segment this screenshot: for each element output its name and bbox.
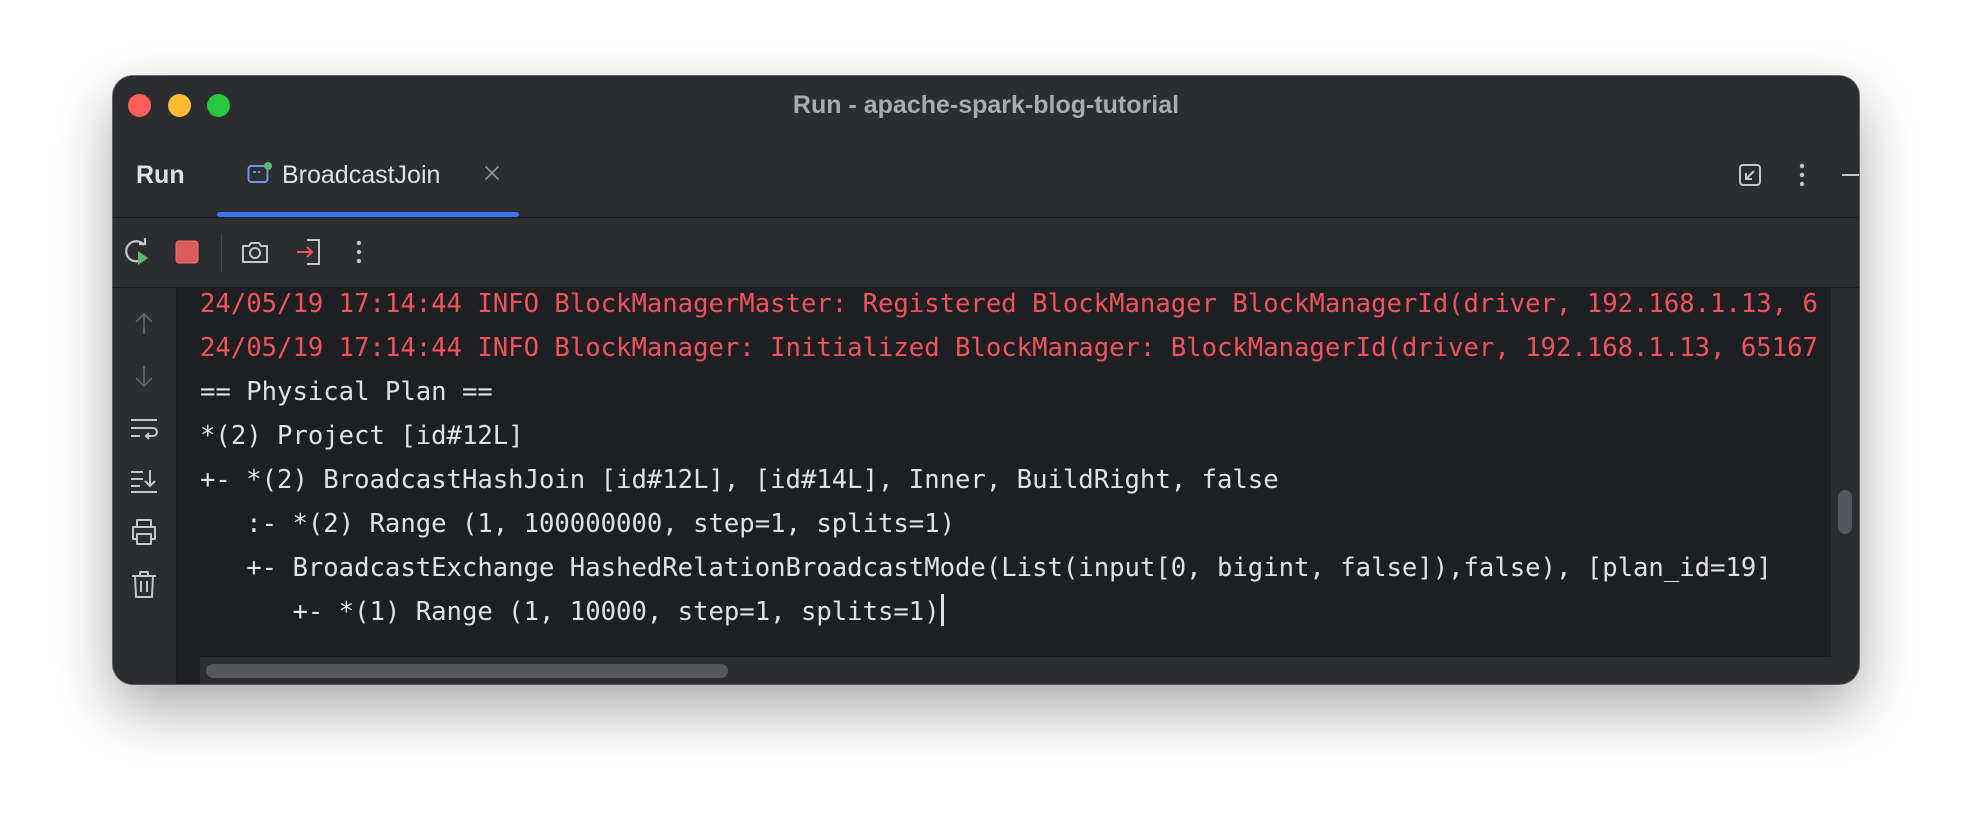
arrow-up-icon[interactable] xyxy=(128,308,160,340)
window-title: Run - apache-spark-blog-tutorial xyxy=(792,91,1180,119)
tab-label: BroadcastJoin xyxy=(282,161,441,189)
console-line-text: +- *(1) Range (1, 10000, step=1, splits=… xyxy=(200,597,940,627)
horizontal-scrollbar-thumb[interactable] xyxy=(206,664,728,678)
horizontal-scrollbar[interactable] xyxy=(200,657,1831,684)
title-bar: Run - apache-spark-blog-tutorial xyxy=(113,76,1859,135)
trash-icon[interactable] xyxy=(128,568,160,600)
minimize-icon[interactable] xyxy=(1839,160,1859,190)
print-icon[interactable] xyxy=(128,516,160,548)
vertical-scrollbar[interactable] xyxy=(1831,288,1859,684)
scroll-to-end-icon[interactable] xyxy=(128,464,160,496)
running-indicator xyxy=(264,162,272,170)
rerun-icon[interactable] xyxy=(121,236,153,268)
camera-icon[interactable] xyxy=(239,236,271,268)
application-run-config-icon xyxy=(247,162,272,183)
restore-icon[interactable] xyxy=(1735,160,1765,190)
text-cursor xyxy=(940,594,944,626)
toolbar-separator xyxy=(221,234,222,272)
console-lines: 24/05/19 17:14:44 INFO BlockManagerMaste… xyxy=(200,288,1818,634)
console-line-text: +- *(2) BroadcastHashJoin [id#12L], [id#… xyxy=(200,465,1279,495)
console-output[interactable]: 24/05/19 17:14:44 INFO BlockManagerMaste… xyxy=(177,288,1831,684)
console-line-text: 24/05/19 17:14:44 INFO BlockManager: Ini… xyxy=(200,333,1818,363)
console-output-line: +- BroadcastExchange HashedRelationBroad… xyxy=(200,546,1818,590)
exit-icon[interactable] xyxy=(293,236,325,268)
arrow-down-icon[interactable] xyxy=(128,360,160,392)
console-line-text: *(2) Project [id#12L] xyxy=(200,421,524,451)
console-line-text: 24/05/19 17:14:44 INFO BlockManagerMaste… xyxy=(200,289,1818,319)
tab-broadcastjoin[interactable]: BroadcastJoin xyxy=(217,134,519,217)
console-line-text: +- BroadcastExchange HashedRelationBroad… xyxy=(200,553,1772,583)
active-tab-indicator xyxy=(217,212,519,217)
console-output-line: :- *(2) Range (1, 100000000, step=1, spl… xyxy=(200,502,1818,546)
vertical-scrollbar-thumb[interactable] xyxy=(1838,490,1852,534)
run-window: Run - apache-spark-blog-tutorial Run Bro… xyxy=(113,76,1859,684)
tool-window-title: Run xyxy=(136,161,185,189)
more-vertical-icon[interactable] xyxy=(343,236,375,268)
close-tab-icon[interactable] xyxy=(482,163,502,183)
soft-wrap-icon[interactable] xyxy=(128,412,160,444)
tool-window-header: Run BroadcastJoin xyxy=(113,134,1859,218)
console-side-toolbar xyxy=(113,288,177,684)
console-error-line: 24/05/19 17:14:44 INFO BlockManagerMaste… xyxy=(200,288,1818,326)
stop-icon[interactable] xyxy=(171,236,203,268)
console-error-line: 24/05/19 17:14:44 INFO BlockManager: Ini… xyxy=(200,326,1818,370)
console-line-text: :- *(2) Range (1, 100000000, step=1, spl… xyxy=(200,509,956,539)
console-line-text: == Physical Plan == xyxy=(200,377,493,407)
console-output-line: +- *(2) BroadcastHashJoin [id#12L], [id#… xyxy=(200,458,1818,502)
console-output-line: == Physical Plan == xyxy=(200,370,1818,414)
run-toolbar xyxy=(113,218,1859,288)
more-vertical-icon[interactable] xyxy=(1787,160,1817,190)
console-output-line: +- *(1) Range (1, 10000, step=1, splits=… xyxy=(200,590,1818,634)
console-output-line: *(2) Project [id#12L] xyxy=(200,414,1818,458)
